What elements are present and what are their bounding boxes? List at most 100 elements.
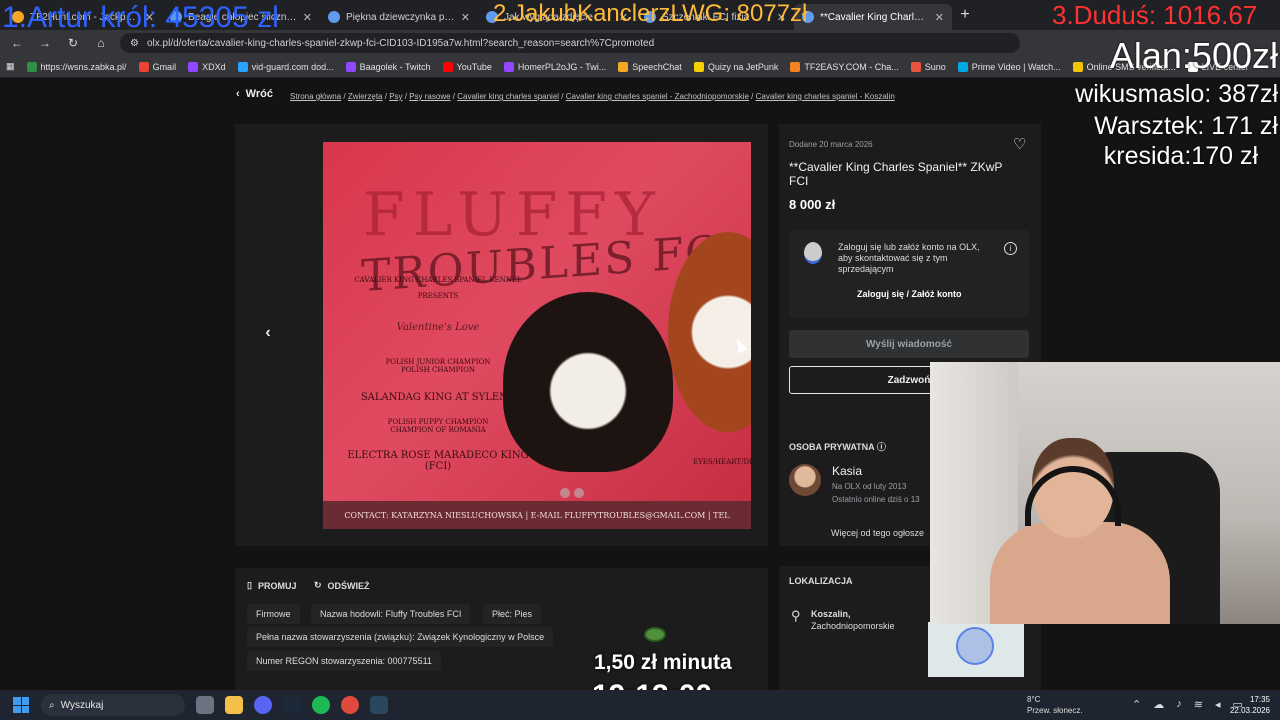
prev-photo-button[interactable]: ‹	[257, 322, 279, 344]
bookmark-item[interactable]: XDXd	[188, 61, 226, 72]
bookmark-item[interactable]: Prime Video | Watch...	[957, 61, 1061, 72]
send-message-button[interactable]: Wyślij wiadomość	[789, 330, 1029, 358]
breadcrumb-link[interactable]: Psy	[389, 92, 402, 101]
photo-sire-titles: POLISH JUNIOR CHAMPION POLISH CHAMPION	[385, 358, 491, 374]
breadcrumb-link[interactable]: Cavalier king charles spaniel - Zachodni…	[566, 92, 749, 101]
system-tray: ⌃ ☁ ♪ ≋ ◂ ▭	[1132, 698, 1243, 711]
seller-name[interactable]: Kasia	[832, 464, 862, 478]
bookmark-icon	[237, 61, 248, 72]
bookmark-icon	[618, 61, 629, 72]
carousel-dot[interactable]	[560, 488, 570, 498]
bookmark-item[interactable]: YouTube	[442, 61, 492, 72]
task-view-icon[interactable]	[196, 696, 214, 714]
bookmark-item[interactable]: vid-guard.com dod...	[237, 61, 334, 72]
refresh-button[interactable]: ↻ ODŚWIEŻ	[314, 580, 370, 591]
photo-script-name: Valentine's Love	[396, 322, 480, 333]
detail-chip: Płeć: Pies	[483, 604, 542, 624]
clock[interactable]: 17:35 22.03.2026	[1230, 694, 1270, 716]
detail-chip: Firmowe	[247, 604, 300, 624]
close-icon[interactable]: ✕	[303, 11, 312, 24]
refresh-icon: ↻	[314, 580, 322, 590]
steam-2-icon[interactable]	[370, 696, 388, 714]
carousel-dot[interactable]	[574, 488, 584, 498]
breadcrumb-link[interactable]: Cavalier king charles spaniel - Koszalin	[756, 92, 895, 101]
steam-icon[interactable]	[283, 696, 301, 714]
bookmark-icon	[138, 61, 149, 72]
info-icon[interactable]: i	[1004, 242, 1017, 255]
bookmark-label: Prime Video | Watch...	[971, 61, 1061, 72]
bookmark-item[interactable]: Quizy na JetPunk	[693, 61, 779, 72]
tab-cavalier[interactable]: **Cavalier King Charles Spaniel ✕	[794, 4, 952, 30]
info-icon[interactable]: ⓘ	[877, 442, 886, 452]
wifi-icon[interactable]: ≋	[1194, 698, 1203, 711]
weather-widget[interactable]: 8°C Przew. słonecz.	[1027, 694, 1083, 716]
cloud-icon[interactable]: ☁	[1153, 698, 1164, 711]
chevron-up-icon[interactable]: ⌃	[1132, 698, 1141, 711]
seller-since: Na OLX od luty 2013	[832, 482, 907, 491]
spotify-icon[interactable]	[312, 696, 330, 714]
listing-date: Dodane 20 marca 2026	[789, 140, 873, 149]
promote-button[interactable]: ▯ PROMUJ	[247, 580, 296, 591]
back-link[interactable]: ‹ Wróć	[236, 88, 273, 100]
breadcrumb-link[interactable]: Cavalier king charles spaniel	[457, 92, 559, 101]
reload-icon[interactable]: ↻	[64, 34, 82, 52]
photo-kennel: CAVALIER KING CHARLES SPANIEL KENNEL	[354, 276, 522, 284]
bookmark-item[interactable]: Suno	[910, 61, 946, 72]
donation-kresida: kresida:170 zł	[1103, 142, 1258, 170]
photo-sire: SALANDAG KING AT SYLENA	[360, 392, 516, 403]
bookmark-label: Baagolek - Twitch	[359, 61, 431, 72]
chrome-icon[interactable]	[341, 696, 359, 714]
donation-rank-1: 1.Artur król: 45305 zł	[2, 1, 279, 34]
seller-online: Ostatnio online dziś o 13	[832, 495, 920, 504]
weather-text: Przew. słonecz.	[1027, 706, 1083, 715]
windows-start-icon[interactable]	[13, 697, 29, 713]
taskbar-search[interactable]: ⌕ Wyszukaj	[41, 694, 185, 716]
new-tab-button[interactable]: +	[952, 2, 978, 28]
bookmark-label: Quizy na JetPunk	[707, 61, 779, 72]
tab-title: Piękna dziewczynka pomerania	[346, 11, 455, 23]
location-map[interactable]	[928, 622, 1024, 677]
detail-chip: Numer REGON stowarzyszenia: 000775511	[247, 651, 441, 671]
tab-pomerania[interactable]: Piękna dziewczynka pomerania ✕	[320, 4, 478, 30]
site-info-icon[interactable]: ⚙	[130, 38, 139, 49]
discord-icon[interactable]	[254, 696, 272, 714]
bookmark-label: https://wsns.zabka.pl/	[40, 61, 127, 72]
file-explorer-icon[interactable]	[225, 696, 243, 714]
listing-photo[interactable]: FLUFFY TROUBLES FCI CAVALIER KING CHARLE…	[323, 142, 751, 529]
clock-time: 17:35	[1249, 695, 1270, 704]
bookmark-icon	[442, 61, 453, 72]
temperature: 8°C	[1027, 695, 1041, 704]
bookmark-item[interactable]: HomerPL2oJG - Twi...	[503, 61, 606, 72]
location-header: LOKALIZACJA	[789, 576, 853, 586]
back-arrow-icon[interactable]: ←	[8, 34, 26, 52]
microphone-icon[interactable]: ♪	[1176, 698, 1182, 711]
seller-avatar[interactable]	[789, 464, 821, 496]
seller-more-link[interactable]: Więcej od tego ogłosze	[831, 528, 924, 538]
location-pin-icon: ⚲	[791, 608, 801, 623]
bookmark-item[interactable]: TF2EASY.COM - Cha...	[790, 61, 899, 72]
location-text: Koszalin, Zachodniopomorskie	[811, 608, 895, 632]
heart-icon[interactable]: ♡	[1013, 135, 1026, 153]
seller-meta: Na OLX od luty 2013 Ostatnio online dziś …	[832, 480, 942, 506]
breadcrumb-link[interactable]: Psy rasowe	[409, 92, 450, 101]
bookmark-item[interactable]: Gmail	[138, 61, 176, 72]
url-text: olx.pl/d/oferta/cavalier-king-charles-sp…	[146, 37, 655, 49]
photo-dam-titles: POLISH PUPPY CHAMPION CHAMPION OF ROMANI…	[387, 418, 489, 434]
forward-arrow-icon[interactable]: →	[36, 34, 54, 52]
login-link[interactable]: Zaloguj się / Załóż konto	[857, 289, 962, 299]
bookmark-item[interactable]: SpeechChat	[618, 61, 682, 72]
breadcrumb-link[interactable]: Zwierzęta	[348, 92, 383, 101]
close-icon[interactable]: ✕	[935, 11, 944, 24]
bookmark-icon	[188, 61, 199, 72]
bookmark-item[interactable]: Baagolek - Twitch	[345, 61, 431, 72]
refresh-label: ODŚWIEŻ	[327, 580, 370, 591]
home-icon[interactable]: ⌂	[92, 34, 110, 52]
bookmark-icon	[910, 61, 921, 72]
close-icon[interactable]: ✕	[461, 11, 470, 24]
bookmark-item[interactable]: https://wsns.zabka.pl/	[26, 61, 127, 72]
volume-icon[interactable]: ◂	[1215, 698, 1221, 711]
url-field[interactable]: ⚙ olx.pl/d/oferta/cavalier-king-charles-s…	[120, 33, 1020, 53]
apps-icon[interactable]: ▦	[6, 61, 15, 72]
breadcrumb-link[interactable]: Strona główna	[290, 92, 341, 101]
donation-rank-3: 3.Duduś: 1016.67	[1052, 0, 1258, 30]
